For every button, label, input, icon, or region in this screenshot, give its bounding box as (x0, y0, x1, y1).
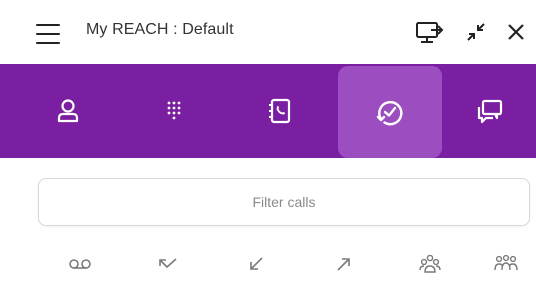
filter-conference-button[interactable] (486, 244, 526, 284)
filter-incoming-button[interactable] (236, 244, 276, 284)
tab-call-history[interactable] (338, 66, 442, 158)
window-title: My REACH : Default (86, 21, 234, 38)
filter-missed-button[interactable] (148, 244, 188, 284)
phonebook-icon (269, 98, 291, 124)
tab-messages[interactable] (442, 64, 536, 158)
monitor-arrow-icon (416, 22, 444, 43)
tab-dialpad[interactable] (126, 64, 222, 158)
tab-phonebook[interactable] (232, 64, 328, 158)
tab-bar (0, 64, 536, 158)
minimize-button[interactable] (458, 14, 494, 50)
filter-calls-input[interactable] (38, 178, 530, 226)
group-icon (419, 254, 441, 273)
person-icon (57, 99, 79, 123)
incoming-call-icon (250, 257, 263, 270)
filter-group-button[interactable] (410, 244, 450, 284)
screen-share-button[interactable] (412, 14, 448, 50)
call-history-icon (376, 100, 403, 126)
voicemail-icon (69, 259, 91, 269)
filter-field (38, 178, 530, 226)
filter-outgoing-button[interactable] (324, 244, 364, 284)
dialpad-icon (167, 101, 181, 120)
outgoing-call-icon (337, 258, 350, 271)
filter-voicemail-button[interactable] (60, 244, 100, 284)
hamburger-icon[interactable] (36, 24, 60, 44)
titlebar: My REACH : Default (0, 0, 536, 64)
collapse-arrows-icon (467, 23, 485, 41)
conference-icon (494, 254, 518, 271)
app-window: My REACH : Default (0, 0, 536, 300)
close-button[interactable] (498, 14, 534, 50)
call-type-filters (0, 244, 536, 288)
close-icon (508, 24, 524, 40)
chat-icon (477, 99, 503, 124)
tab-contacts[interactable] (20, 64, 116, 158)
missed-call-icon (159, 258, 177, 269)
